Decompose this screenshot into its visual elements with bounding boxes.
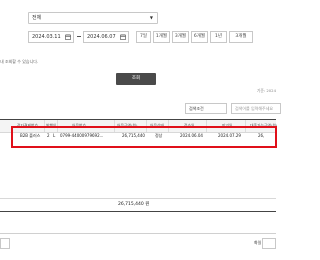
cell-loanable: 26, [258,133,265,138]
cell-issuer-extra: L [53,133,56,138]
range-6month-button[interactable]: 6개월 [191,31,208,43]
date-range-dash [77,36,81,37]
range-3month-alt-button[interactable]: 3개월 [229,31,253,43]
range-1year-button[interactable]: 1년 [210,31,227,43]
search-condition-select[interactable]: 검색조건 [185,103,227,114]
search-button[interactable]: 조회 [116,73,156,85]
date-to-value: 2024.06.07 [87,34,116,40]
calendar-icon[interactable] [120,34,126,40]
total-amount: 26,715,440 원 [118,202,150,207]
cell-settlement: B2B 플러스 [20,133,41,138]
calendar-icon[interactable] [65,34,71,40]
search-note: 내 조회할 수 있습니다. [0,59,39,64]
footer-right-box[interactable] [262,238,276,249]
info-line: 기준: 2024 [256,88,276,93]
cell-maturity: 2024.07.29 [218,133,241,138]
footer-left-box[interactable] [0,238,10,249]
date-to-field[interactable]: 2024.06.07 [83,31,129,43]
range-1month-button[interactable]: 1개월 [153,31,170,43]
type-select-value: 전체 [32,15,42,21]
cell-received: 2024.06.04 [180,133,203,138]
cell-status: 정상 [155,133,163,138]
cell-issuer: 2 [47,133,50,138]
cell-amount: 26,715,440 [122,133,145,138]
search-input[interactable]: 검색어를 입력해주세요 [231,103,281,114]
range-3month-button[interactable]: 3개월 [172,31,189,43]
date-from-field[interactable]: 2024.03.11 [28,31,74,43]
range-7days-button[interactable]: 7일 [136,31,151,43]
cell-note-no[interactable]: 0799-44000979692... [60,133,103,138]
summary-divider [0,198,276,199]
footer-divider [0,233,276,234]
chevron-down-icon: ▼ [149,15,153,20]
date-from-value: 2024.03.11 [32,34,61,40]
table-bottom-border [0,211,276,212]
type-select[interactable]: 전체 ▼ [28,12,158,24]
